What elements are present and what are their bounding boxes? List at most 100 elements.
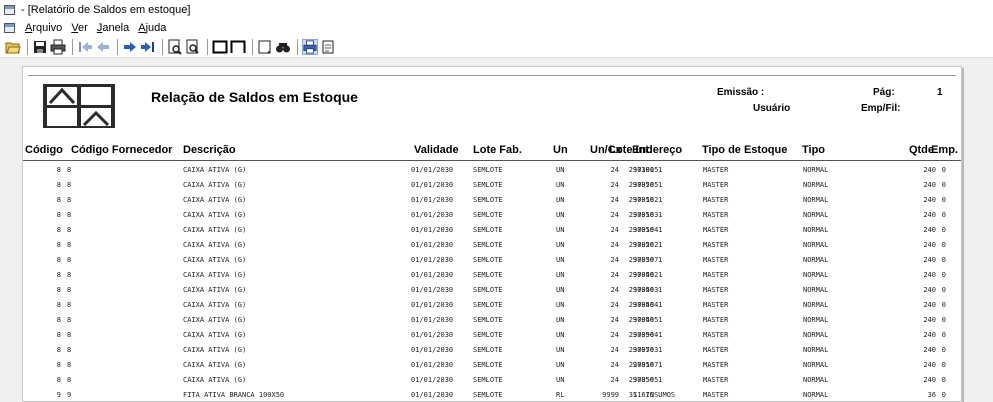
cell-endereco: 3007031 [633,346,663,354]
cell-descricao: CAIXA ATIVA (G) [183,331,247,339]
print-preview-icon[interactable] [302,38,318,55]
cell-codigo-fornecedor: 8 [67,271,72,279]
cell-codigo: 8 [56,196,61,204]
cell-emp: 0 [941,361,946,369]
find-icon[interactable] [275,39,291,55]
cell-un-cx: 24 [610,301,619,309]
cell-codigo: 8 [56,376,61,384]
cell-endereco: 3002021 [633,241,663,249]
cell-un: UN [556,166,565,174]
cell-validade: 01/01/2030 [411,316,454,324]
cell-tipo: NORMAL [803,346,829,354]
open-icon[interactable] [5,39,21,55]
cell-tipo-estoque: MASTER [703,196,729,204]
cell-validade: 01/01/2030 [411,166,454,174]
cell-un-cx: 24 [610,211,619,219]
column-header-tipo: Tipo [802,144,826,156]
cell-codigo-fornecedor: 8 [67,211,72,219]
cell-codigo: 8 [56,331,61,339]
previous-page-icon[interactable] [95,39,111,55]
empfil-label: Emp/Fil: [861,103,901,114]
window-icon[interactable] [4,5,15,15]
cell-codigo-fornecedor: 8 [67,316,72,324]
cell-tipo: NORMAL [803,301,829,309]
cell-un-cx: 24 [610,226,619,234]
cell-validade: 01/01/2030 [411,211,454,219]
save-icon[interactable] [32,39,48,55]
first-page-icon[interactable] [77,39,93,55]
cell-tipo-estoque: MASTER [703,211,729,219]
cell-lote-fab: SEMLOTE [473,256,503,264]
cell-emp: 0 [941,316,946,324]
cell-un: UN [556,316,565,324]
cell-tipo-estoque: MASTER [703,301,729,309]
table-row: 9 9 FITA ATIVA BRANCA 100X50 311670 01/01/20… [23,388,961,401]
cell-un-cx: 24 [610,166,619,174]
page-setup-icon[interactable] [257,39,273,55]
table-row: 8 8 CAIXA ATIVA (G) 297956 01/01/2030 SEMLOTE… [23,343,961,358]
single-page-icon[interactable] [212,39,228,55]
cell-endereco: 3004031 [633,286,663,294]
window-title: - [Relatório de Saldos em estoque] [21,4,191,16]
menu-ver[interactable]: Ver [71,22,88,34]
cell-descricao: CAIXA ATIVA (G) [183,196,247,204]
next-page-icon[interactable] [122,39,138,55]
two-pages-icon[interactable] [230,39,246,55]
cell-endereco: 3010051 [633,166,663,174]
cell-endereco: 3001031 [633,211,663,219]
cell-emp: 0 [941,166,946,174]
cell-lote-fab: SEMLOTE [473,376,503,384]
print-icon[interactable] [50,39,66,55]
zoom-out-icon[interactable] [185,39,201,55]
cell-un: UN [556,181,565,189]
cell-validade: 01/01/2030 [411,271,454,279]
cell-emp: 0 [941,301,946,309]
company-logo [43,84,115,128]
pag-value: 1 [937,87,943,98]
cell-endereco: 3004021 [633,271,663,279]
cell-un-cx: 9999 [602,391,619,399]
report-viewer[interactable]: Relação de Saldos em Estoque Emissão : U… [0,58,993,402]
menu-bar: Arquivo Ver Janela Ajuda [0,20,993,36]
cell-emp: 0 [941,391,946,399]
cell-codigo-fornecedor: 8 [67,331,72,339]
cell-un: UN [556,286,565,294]
cell-codigo: 8 [56,211,61,219]
toolbar [0,36,993,58]
cell-validade: 01/01/2030 [411,331,454,339]
zoom-in-icon[interactable] [167,39,183,55]
cell-tipo-estoque: MASTER [703,271,729,279]
cell-descricao: CAIXA ATIVA (G) [183,361,247,369]
cell-tipo: NORMAL [803,316,829,324]
column-header-codigo-fornecedor: Código Fornecedor [71,144,173,156]
cell-lote-fab: SEMLOTE [473,331,503,339]
cell-endereco: S. INSUMOS [633,391,676,399]
cell-codigo: 9 [56,391,61,399]
export-icon[interactable] [320,39,336,55]
cell-emp: 0 [941,376,946,384]
cell-emp: 0 [941,271,946,279]
cell-qtde: 240 [923,331,936,339]
cell-descricao: CAIXA ATIVA (G) [183,301,247,309]
table-row: 8 8 CAIXA ATIVA (G) 297956 01/01/2030 SEMLOTE… [23,358,961,373]
document-window-icon[interactable] [4,23,15,33]
cell-tipo-estoque: MASTER [703,361,729,369]
cell-tipo-estoque: MASTER [703,181,729,189]
menu-janela[interactable]: Janela [97,22,129,34]
cell-tipo: NORMAL [803,376,829,384]
cell-un-cx: 24 [610,196,619,204]
table-row: 8 8 CAIXA ATIVA (G) 297956 01/01/2030 SEMLOTE… [23,223,961,238]
cell-emp: 0 [941,241,946,249]
last-page-icon[interactable] [140,39,156,55]
cell-emp: 0 [941,331,946,339]
cell-descricao: CAIXA ATIVA (G) [183,211,247,219]
cell-descricao: FITA ATIVA BRANCA 100X50 [183,391,285,399]
cell-lote-fab: SEMLOTE [473,361,503,369]
cell-tipo-estoque: MASTER [703,241,729,249]
cell-descricao: CAIXA ATIVA (G) [183,286,247,294]
cell-qtde: 240 [923,196,936,204]
cell-endereco: 3004041 [633,301,663,309]
menu-ajuda[interactable]: Ajuda [138,22,166,34]
menu-arquivo[interactable]: Arquivo [25,22,62,34]
cell-validade: 01/01/2030 [411,256,454,264]
